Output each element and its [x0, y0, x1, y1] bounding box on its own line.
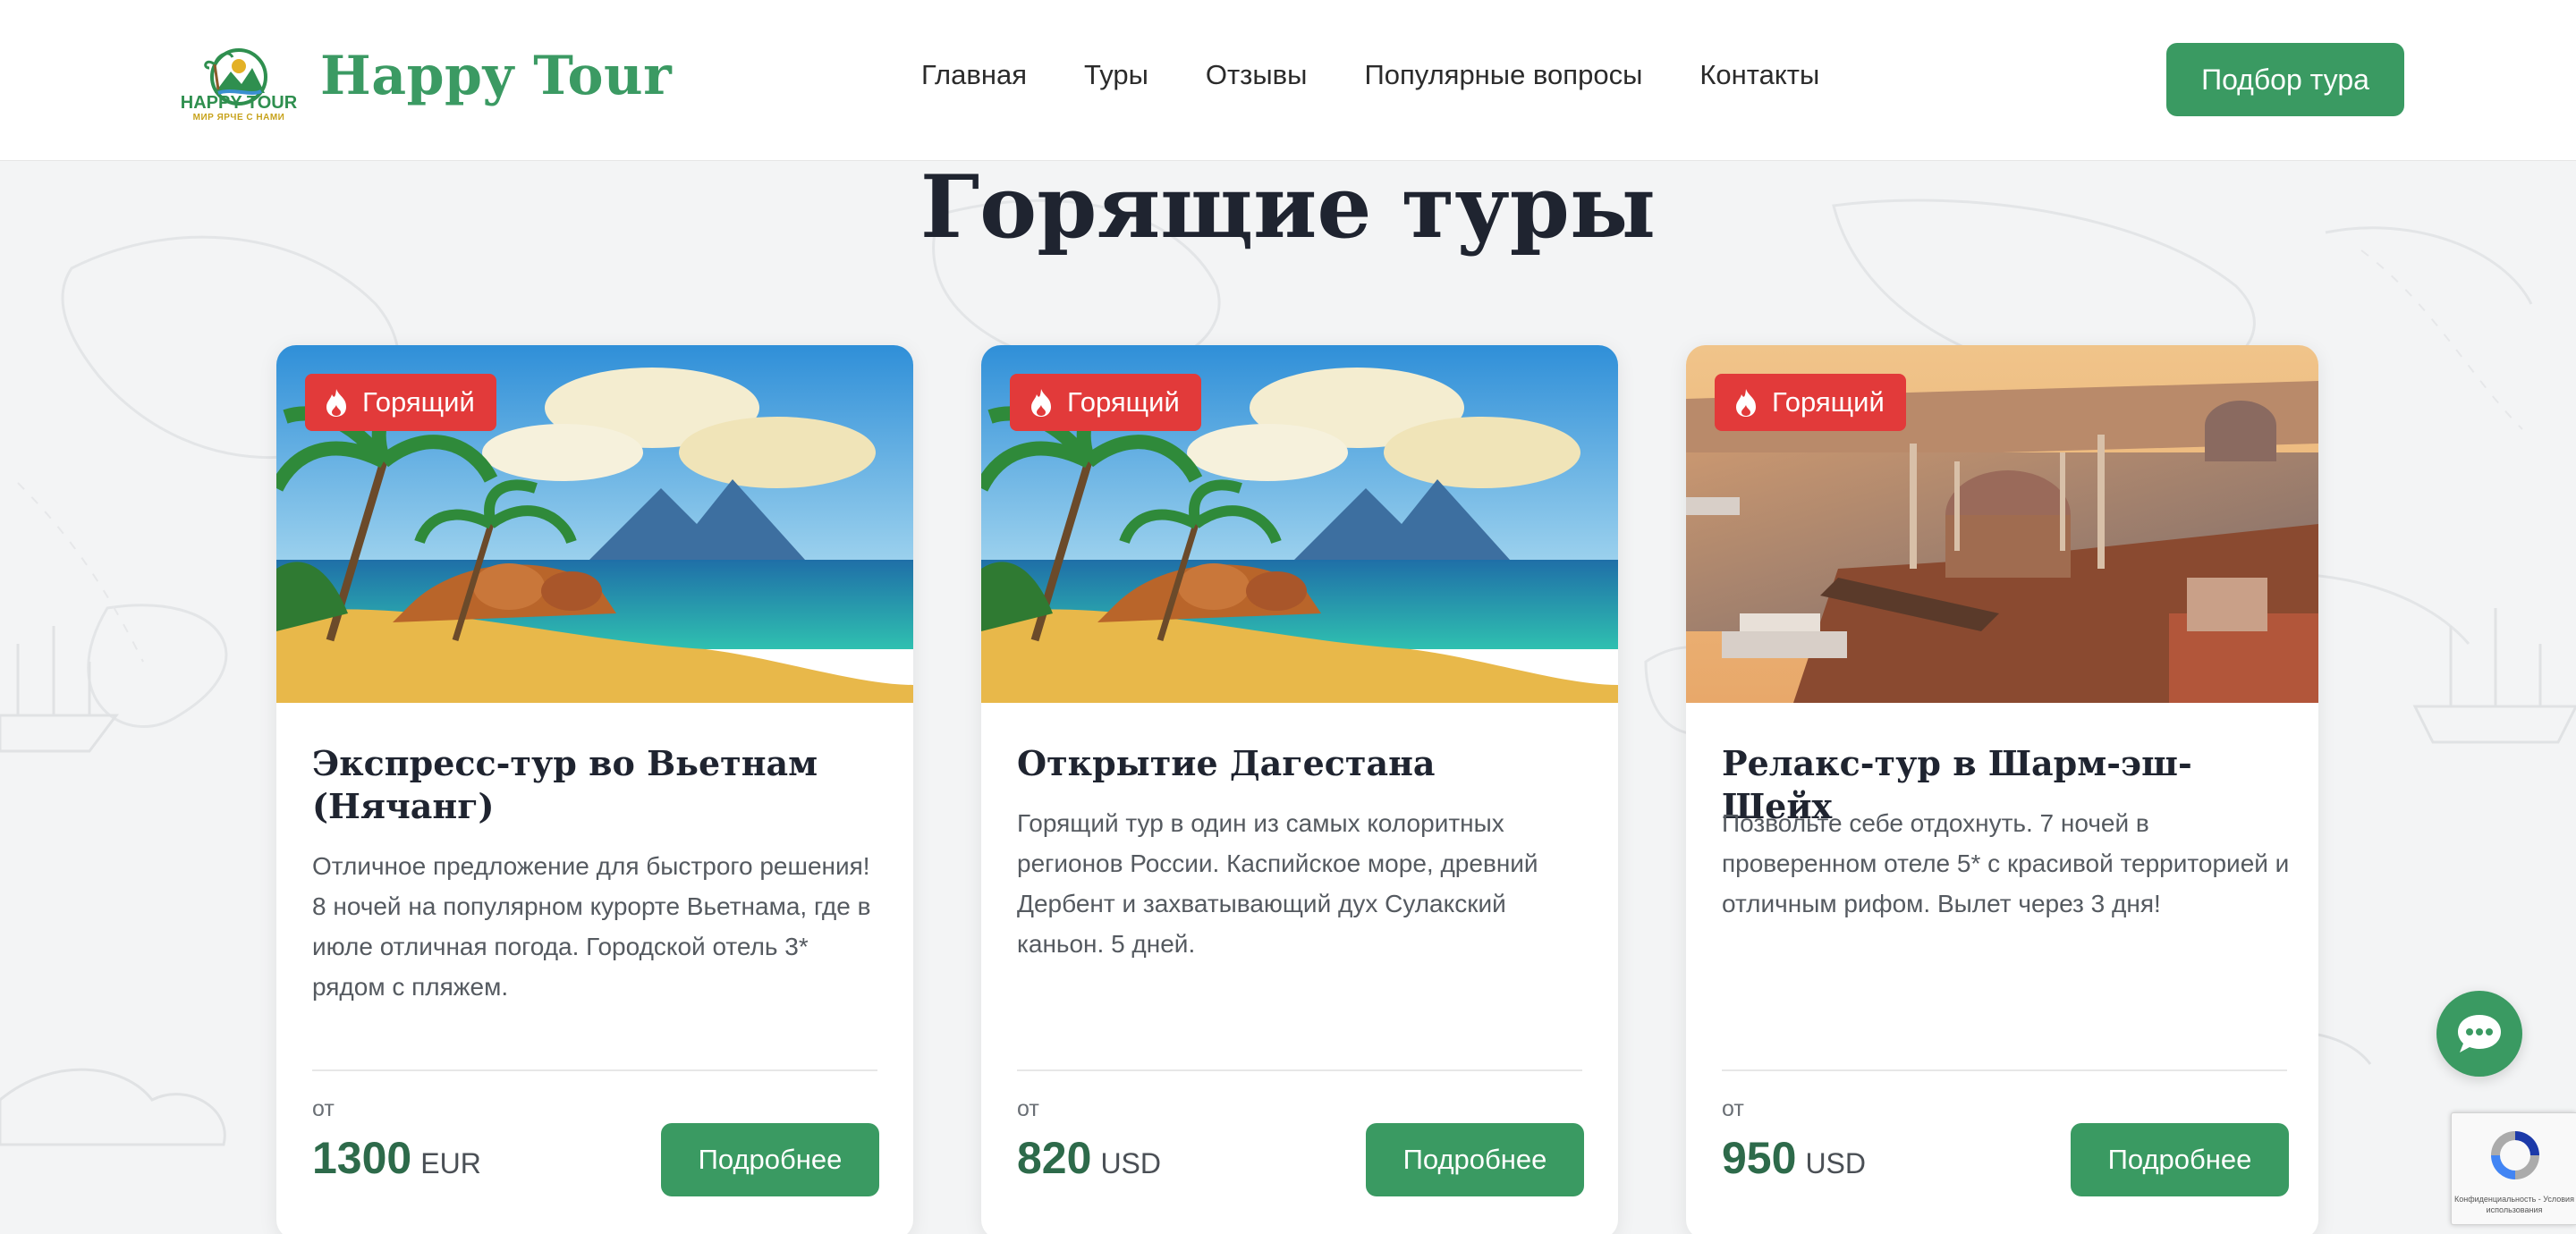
tour-title[interactable]: Экспресс-тур во Вьетнам (Нячанг)	[312, 742, 885, 828]
hot-badge: Горящий	[1715, 374, 1906, 431]
logo-slogan: МИР ЯРЧЕ С НАМИ	[192, 113, 285, 123]
price-currency: EUR	[420, 1147, 481, 1179]
fire-icon	[1031, 389, 1051, 417]
site-header: HAPPY TOUR МИР ЯРЧЕ С НАМИ Happy Tour Гл…	[0, 0, 2576, 161]
recaptcha-badge[interactable]: Конфиденциальность - Условия использован…	[2451, 1112, 2576, 1225]
tour-price: 1300 EUR	[312, 1132, 481, 1184]
badge-label: Горящий	[1067, 386, 1180, 418]
main-nav: Главная Туры Отзывы Популярные вопросы К…	[921, 59, 1819, 91]
price-from-label: от	[1017, 1096, 1039, 1121]
price-currency: USD	[1805, 1147, 1866, 1179]
tour-card: Горящий Релакс-тур в Шарм-эш-Шейх Позвол…	[1686, 345, 2318, 1234]
tour-price: 950 USD	[1722, 1132, 1866, 1184]
tour-description: Горящий тур в один из самых колоритных р…	[1017, 809, 1538, 958]
badge-label: Горящий	[362, 386, 475, 418]
tour-title[interactable]: Открытие Дагестана	[1017, 742, 1589, 785]
divider	[312, 1069, 877, 1071]
tour-description: Позвольте себе отдохнуть. 7 ночей в пров…	[1722, 809, 2290, 917]
fire-icon	[1736, 389, 1756, 417]
price-currency: USD	[1100, 1147, 1161, 1179]
fire-icon	[326, 389, 346, 417]
price-amount: 820	[1017, 1133, 1092, 1183]
chat-button[interactable]	[2436, 991, 2522, 1077]
badge-label: Горящий	[1772, 386, 1885, 418]
nav-reviews[interactable]: Отзывы	[1206, 59, 1308, 91]
divider	[1017, 1069, 1582, 1071]
details-button[interactable]: Подробнее	[1366, 1123, 1584, 1196]
tour-card: Горящий Экспресс-тур во Вьетнам (Нячанг)…	[276, 345, 913, 1234]
nav-contacts[interactable]: Контакты	[1699, 59, 1819, 91]
details-button[interactable]: Подробнее	[2071, 1123, 2289, 1196]
recaptcha-icon	[2491, 1131, 2539, 1179]
brand-name[interactable]: Happy Tour	[320, 45, 672, 107]
chat-bubble-icon	[2458, 1015, 2501, 1052]
divider	[1722, 1069, 2287, 1071]
tour-price: 820 USD	[1017, 1132, 1161, 1184]
details-button[interactable]: Подробнее	[661, 1123, 879, 1196]
hot-badge: Горящий	[305, 374, 496, 431]
nav-faq[interactable]: Популярные вопросы	[1364, 59, 1642, 91]
recaptcha-links[interactable]: Конфиденциальность - Условия использован…	[2452, 1194, 2576, 1215]
nav-tours[interactable]: Туры	[1084, 59, 1148, 91]
tour-selection-button[interactable]: Подбор тура	[2166, 43, 2404, 116]
price-from-label: от	[312, 1096, 335, 1121]
tour-card: Горящий Открытие Дагестана Горящий тур в…	[981, 345, 1618, 1234]
nav-home[interactable]: Главная	[921, 59, 1027, 91]
price-amount: 1300	[312, 1133, 412, 1183]
section-title: Горящие туры	[919, 156, 1657, 258]
price-from-label: от	[1722, 1096, 1744, 1121]
hot-badge: Горящий	[1010, 374, 1201, 431]
price-amount: 950	[1722, 1133, 1797, 1183]
logo-wordmark: HAPPY TOUR	[180, 93, 298, 113]
tour-description: Отличное предложение для быстрого решени…	[312, 852, 871, 1001]
